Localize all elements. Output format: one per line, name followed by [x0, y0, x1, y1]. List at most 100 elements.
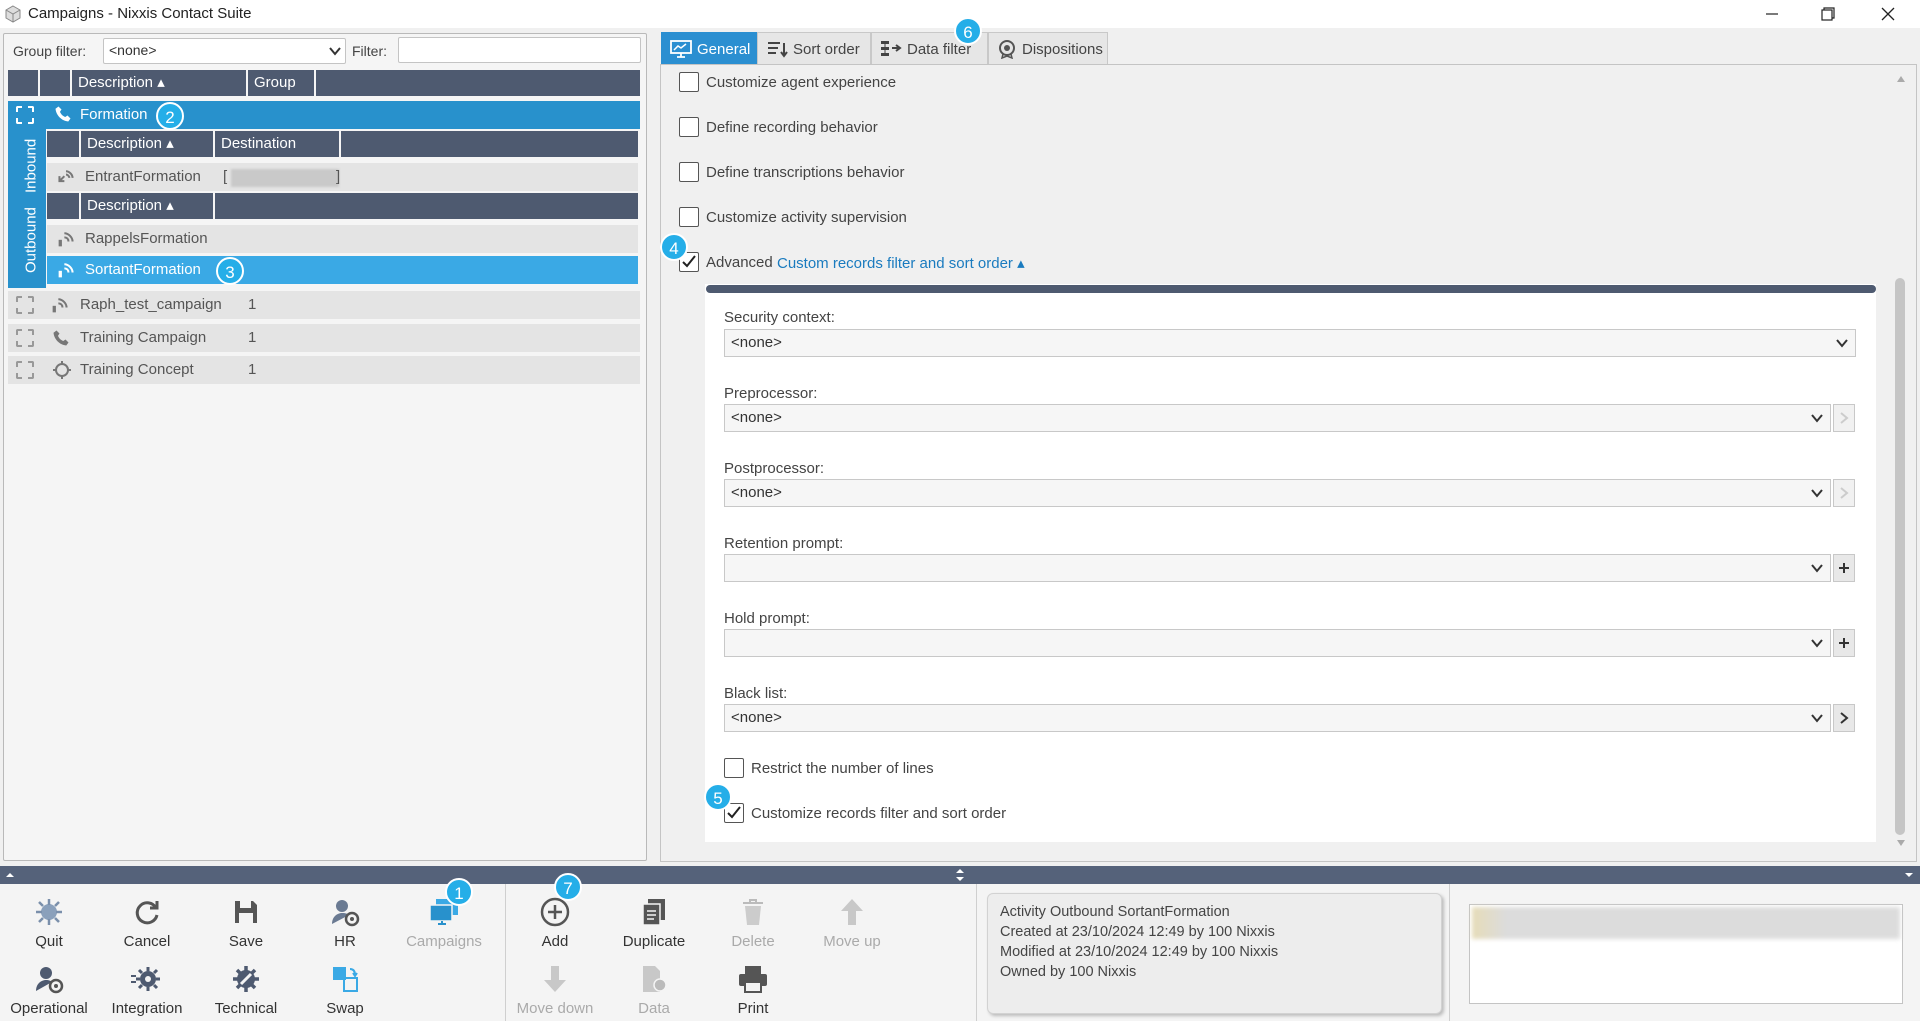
- header-destination[interactable]: Destination: [215, 131, 341, 157]
- inbound-row[interactable]: EntrantFormation [ ]: [47, 163, 638, 191]
- header-group[interactable]: Group: [248, 70, 316, 96]
- crosshair-icon: [52, 360, 72, 380]
- technical-button[interactable]: Technical: [197, 957, 295, 1021]
- tab-label: Dispositions: [1022, 40, 1103, 58]
- restore-button[interactable]: [1800, 0, 1856, 28]
- toolbar-label: Swap: [326, 1000, 364, 1017]
- close-button[interactable]: [1860, 0, 1916, 28]
- checkbox-label: Customize records filter and sort order: [751, 805, 1007, 822]
- annotation-badge-6: 6: [954, 17, 982, 45]
- hold-prompt-add-button[interactable]: [1833, 629, 1855, 657]
- swap-button[interactable]: Swap: [296, 957, 394, 1021]
- group-filter-select[interactable]: <none>: [103, 38, 346, 64]
- annotation-badge-5: 5: [704, 783, 732, 811]
- integration-icon: [130, 962, 164, 996]
- expand-toggle-icon[interactable]: [16, 296, 34, 314]
- retention-prompt-select[interactable]: [724, 554, 1831, 582]
- print-button[interactable]: Print: [704, 957, 802, 1021]
- campaigns-button[interactable]: Campaigns: [395, 890, 493, 954]
- tab-dispositions[interactable]: Dispositions: [988, 32, 1108, 65]
- tab-label: General: [697, 40, 751, 58]
- collapse-up-icon[interactable]: [5, 870, 15, 880]
- resize-handle-icon[interactable]: [954, 867, 966, 883]
- hr-button[interactable]: HR: [296, 890, 394, 954]
- tab-general[interactable]: General: [661, 32, 757, 65]
- activity-info-box: Activity Outbound SortantFormation Creat…: [987, 893, 1442, 1014]
- expand-toggle-icon[interactable]: [16, 106, 34, 124]
- toolbar-label: Duplicate: [622, 933, 686, 950]
- preprocessor-label: Preprocessor:: [724, 385, 818, 402]
- add-button[interactable]: Add: [506, 890, 604, 954]
- quit-icon: [32, 895, 66, 929]
- retention-prompt-add-button[interactable]: [1833, 554, 1855, 582]
- swap-icon: [328, 962, 362, 996]
- move-down-button[interactable]: Move down: [506, 957, 604, 1021]
- toolbar-label: Quit: [35, 933, 63, 950]
- security-context-select[interactable]: <none>: [724, 329, 1856, 357]
- campaign-row[interactable]: Training Concept 1: [8, 356, 640, 384]
- campaign-group: 1: [248, 361, 257, 378]
- checkbox-define-recording[interactable]: [679, 117, 699, 137]
- outbound-row-selected[interactable]: SortantFormation: [47, 256, 638, 284]
- delete-button[interactable]: Delete: [704, 890, 802, 954]
- scroll-up-icon[interactable]: [1894, 72, 1908, 86]
- toolbar-label: Operational: [10, 1000, 88, 1017]
- collapse-down-icon[interactable]: [1904, 870, 1914, 880]
- checkbox-customize-agent-experience[interactable]: [679, 72, 699, 92]
- inbound-list-header: Description ▴ Destination: [47, 131, 638, 157]
- inbound-call-icon: [56, 168, 76, 186]
- campaign-description: Training Concept: [80, 361, 194, 378]
- outbound-vertical-tab[interactable]: Outbound: [16, 193, 46, 288]
- vertical-scrollbar[interactable]: [1895, 278, 1905, 835]
- header-description[interactable]: Description ▴: [81, 131, 215, 157]
- header-description[interactable]: Description ▴: [81, 193, 215, 219]
- cancel-button[interactable]: Cancel: [98, 890, 196, 954]
- chevron-down-icon: [1810, 486, 1824, 500]
- monitor-icon: [670, 40, 692, 58]
- campaign-name: Formation: [80, 106, 148, 123]
- chevron-right-icon: [1840, 712, 1849, 724]
- expand-toggle-icon[interactable]: [16, 329, 34, 347]
- minimize-button[interactable]: [1744, 0, 1800, 28]
- black-list-open-button[interactable]: [1833, 704, 1855, 732]
- technical-icon: [229, 962, 263, 996]
- advanced-toggle-link[interactable]: Custom records filter and sort order ▴: [777, 254, 1025, 272]
- data-button[interactable]: Data: [605, 957, 703, 1021]
- move-up-button[interactable]: Move up: [803, 890, 901, 954]
- phone-icon: [52, 329, 70, 347]
- postprocessor-open-button[interactable]: [1833, 479, 1855, 507]
- inbound-vertical-tab[interactable]: Inbound: [16, 129, 46, 203]
- save-button[interactable]: Save: [197, 890, 295, 954]
- toolbar-separator: [976, 884, 977, 1021]
- operational-button[interactable]: Operational: [0, 957, 98, 1021]
- preprocessor-open-button[interactable]: [1833, 404, 1855, 432]
- duplicate-button[interactable]: Duplicate: [605, 890, 703, 954]
- checkbox-restrict-lines[interactable]: [724, 758, 744, 778]
- chevron-right-icon: [1840, 487, 1849, 499]
- panel-splitter[interactable]: [0, 866, 1920, 884]
- campaign-row[interactable]: Training Campaign 1: [8, 324, 640, 352]
- checkbox-define-transcriptions[interactable]: [679, 162, 699, 182]
- quit-button[interactable]: Quit: [0, 890, 98, 954]
- integration-button[interactable]: Integration: [98, 957, 196, 1021]
- outbound-row[interactable]: RappelsFormation: [47, 225, 638, 253]
- duplicate-icon: [637, 895, 671, 929]
- checkbox-customize-supervision[interactable]: [679, 207, 699, 227]
- hold-prompt-select[interactable]: [724, 629, 1831, 657]
- filter-input[interactable]: [398, 37, 641, 63]
- scroll-down-icon[interactable]: [1894, 836, 1908, 850]
- expand-toggle-icon[interactable]: [16, 361, 34, 379]
- advanced-label: Advanced: [706, 254, 773, 271]
- toolbar-label: Cancel: [123, 933, 171, 950]
- tab-sort-order[interactable]: Sort order: [757, 32, 871, 65]
- toolbar-label: Delete: [731, 933, 775, 950]
- postprocessor-select[interactable]: <none>: [724, 479, 1831, 507]
- preprocessor-select[interactable]: <none>: [724, 404, 1831, 432]
- delete-icon: [736, 895, 770, 929]
- black-list-select[interactable]: <none>: [724, 704, 1831, 732]
- campaign-row[interactable]: Raph_test_campaign 1: [8, 291, 640, 319]
- header-description[interactable]: Description ▴: [72, 70, 248, 96]
- destination-bracket-end: ]: [336, 168, 341, 185]
- campaign-row-formation[interactable]: Formation: [8, 101, 640, 129]
- app-icon: [4, 5, 22, 23]
